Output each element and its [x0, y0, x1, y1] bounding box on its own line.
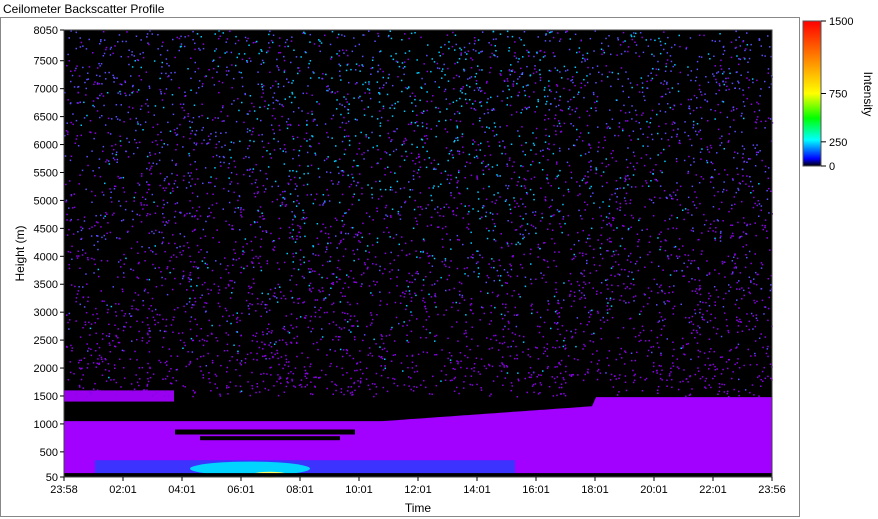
y-tick-label: 1000 [34, 419, 58, 431]
colorbar-tick-label: 1500 [829, 16, 853, 28]
y-tick-label: 2500 [34, 335, 58, 347]
y-tick-label: 3000 [34, 307, 58, 319]
x-tick-label: 23:58 [50, 484, 78, 496]
x-tick-label: 10:01 [345, 484, 373, 496]
y-tick-label: 5500 [34, 167, 58, 179]
y-tick-label: 4000 [34, 251, 58, 263]
y-tick-label: 2000 [34, 363, 58, 375]
y-tick-label: 7500 [34, 56, 58, 68]
dark-streak [200, 436, 340, 441]
y-tick-label: 500 [40, 447, 58, 459]
residual-layer-band [64, 390, 174, 402]
x-tick-label: 02:01 [109, 484, 137, 496]
x-tick-label: 22:01 [699, 484, 727, 496]
x-tick-label: 16:01 [522, 484, 550, 496]
y-tick-label: 50 [46, 472, 58, 484]
colorbar-tick-label: 0 [829, 161, 835, 173]
x-tick-label: 12:01 [404, 484, 432, 496]
y-tick-label: 1500 [34, 391, 58, 403]
y-axis-title: Height (m) [13, 225, 27, 281]
y-tick-label: 7000 [34, 84, 58, 96]
x-tick-label: 23:56 [758, 484, 786, 496]
y-tick-label: 6000 [34, 140, 58, 152]
colorbar: 1500 750 250 0 Intensity [802, 16, 875, 173]
y-tick-label: 6500 [34, 112, 58, 124]
colorbar-scale [802, 20, 822, 167]
ground-strip [64, 473, 772, 477]
chart-svg: 5050010001500200025003000350040004500500… [13, 16, 875, 515]
colorbar-tick-label: 750 [829, 89, 847, 101]
plot-area [64, 30, 774, 478]
colorbar-tick-label: 250 [829, 137, 847, 149]
x-tick-label: 06:01 [227, 484, 255, 496]
y-tick-label: 8050 [34, 25, 58, 37]
colorbar-title: Intensity [861, 72, 875, 117]
y-tick-label: 3500 [34, 279, 58, 291]
x-tick-label: 18:01 [581, 484, 609, 496]
x-tick-label: 04:01 [168, 484, 196, 496]
y-tick-label: 5000 [34, 195, 58, 207]
x-axis-title: Time [405, 501, 432, 515]
y-tick-label: 4500 [34, 223, 58, 235]
x-tick-label: 08:01 [286, 484, 314, 496]
dark-streak [175, 429, 355, 435]
x-tick-label: 20:01 [640, 484, 668, 496]
x-tick-label: 14:01 [463, 484, 491, 496]
